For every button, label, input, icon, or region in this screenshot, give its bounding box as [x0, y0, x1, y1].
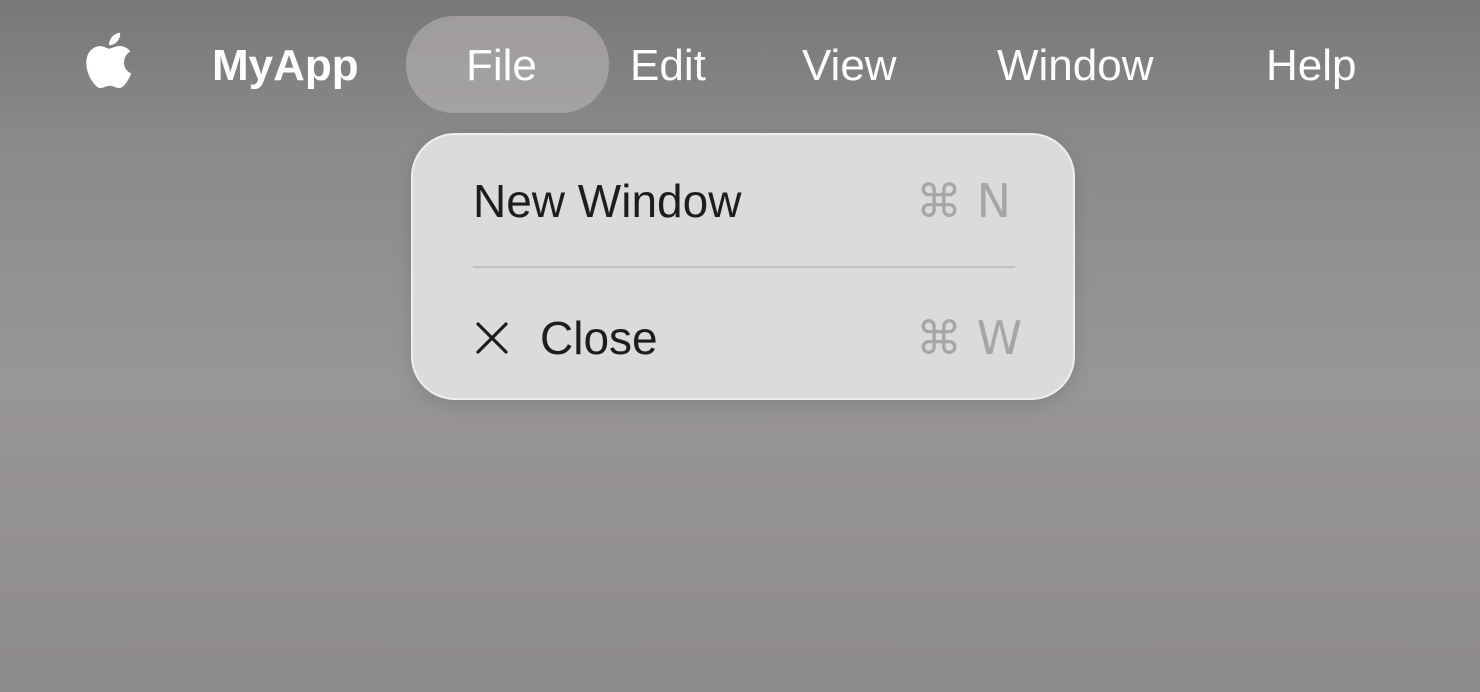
- menu-item-label: Close: [540, 312, 658, 364]
- app-name-menu[interactable]: MyApp: [212, 40, 359, 92]
- file-dropdown-menu: New Window ⌘ N Close ⌘ W: [411, 133, 1075, 400]
- shortcut-label: ⌘ N: [916, 174, 1012, 228]
- apple-logo-icon[interactable]: [78, 28, 134, 92]
- menu-bar: MyApp File Edit View Window Help: [0, 0, 1480, 130]
- menu-item-close[interactable]: Close ⌘ W: [411, 298, 1075, 378]
- close-x-icon: [476, 322, 508, 354]
- menu-view[interactable]: View: [802, 40, 897, 92]
- shortcut-label: ⌘ W: [916, 311, 1023, 365]
- menu-file[interactable]: File: [466, 40, 537, 92]
- menu-window[interactable]: Window: [997, 40, 1154, 92]
- menu-item-label: New Window: [473, 175, 742, 227]
- menu-help[interactable]: Help: [1266, 40, 1357, 92]
- menu-edit[interactable]: Edit: [630, 40, 706, 92]
- menu-item-new-window[interactable]: New Window ⌘ N: [411, 161, 1075, 241]
- menu-separator: [473, 266, 1015, 268]
